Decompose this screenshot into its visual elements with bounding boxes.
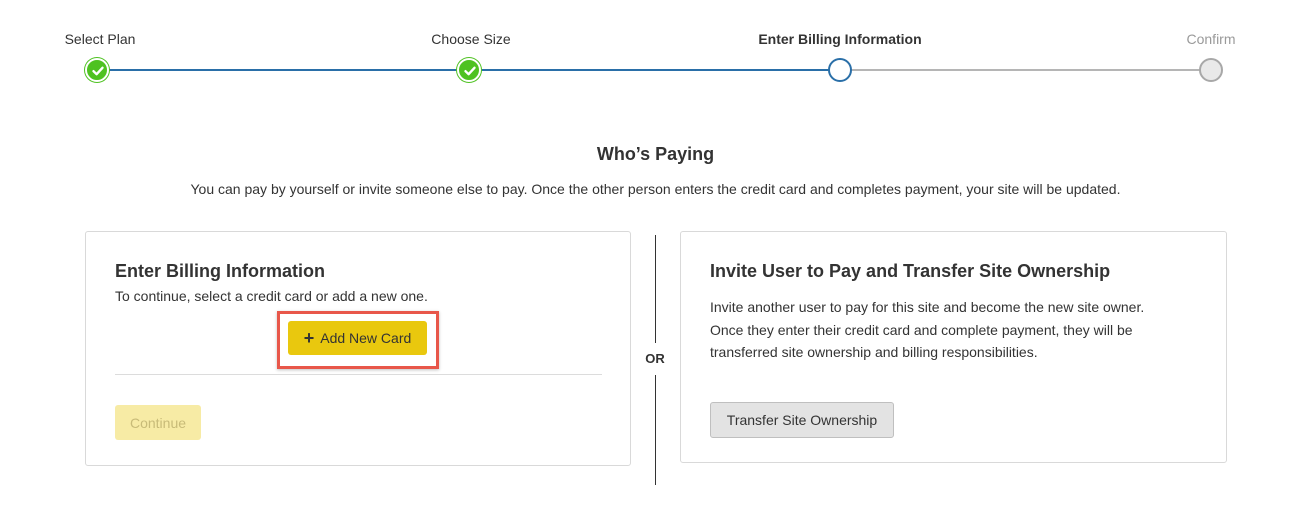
- checkmark-icon: [92, 66, 104, 76]
- add-new-card-label: Add New Card: [320, 330, 412, 346]
- or-divider-line: [655, 235, 656, 343]
- or-label: OR: [645, 351, 665, 366]
- step-label-choose-size: Choose Size: [431, 31, 511, 47]
- step-complete-dot: [457, 58, 481, 82]
- billing-card: Enter Billing Information To continue, s…: [85, 231, 631, 466]
- invite-title: Invite User to Pay and Transfer Site Own…: [710, 261, 1111, 281]
- step-label-billing: Enter Billing Information: [758, 31, 922, 47]
- stepper-line-incomplete: [840, 69, 1211, 71]
- billing-title: Enter Billing Information: [115, 261, 325, 281]
- stepper-line-complete: [97, 69, 469, 71]
- plus-icon: +: [303, 328, 315, 348]
- step-pending-dot: [1199, 58, 1223, 82]
- section-title: Who’s Paying: [596, 144, 715, 164]
- step-complete-dot: [85, 58, 109, 82]
- stepper-line-complete: [469, 69, 840, 71]
- invite-card: Invite User to Pay and Transfer Site Own…: [680, 231, 1227, 463]
- section-description: You can pay by yourself or invite someon…: [190, 181, 1121, 197]
- step-label-select-plan: Select Plan: [64, 31, 136, 47]
- continue-button[interactable]: Continue: [115, 405, 201, 440]
- step-label-confirm: Confirm: [1186, 31, 1236, 47]
- billing-instructions: To continue, select a credit card or add…: [115, 288, 428, 304]
- add-new-card-button[interactable]: + Add New Card: [288, 321, 427, 355]
- checkmark-icon: [464, 66, 476, 76]
- invite-description: Invite another user to pay for this site…: [710, 299, 1145, 360]
- progress-stepper: Select Plan Choose Size Enter Billing In…: [0, 0, 1311, 100]
- add-card-highlight: + Add New Card: [277, 311, 439, 369]
- or-divider-line: [655, 375, 656, 485]
- transfer-ownership-button[interactable]: Transfer Site Ownership: [710, 402, 894, 438]
- billing-divider: [115, 374, 602, 375]
- step-current-dot: [828, 58, 852, 82]
